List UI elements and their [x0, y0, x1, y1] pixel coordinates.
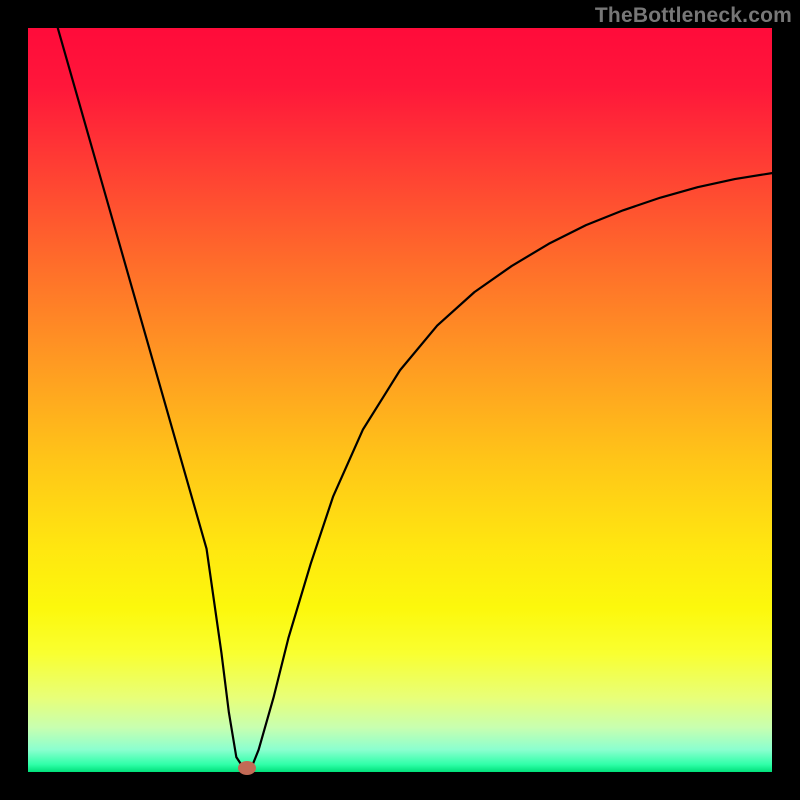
- optimal-point-marker: [238, 761, 256, 775]
- bottleneck-curve: [28, 28, 772, 772]
- plot-area: [28, 28, 772, 772]
- chart-frame: TheBottleneck.com: [0, 0, 800, 800]
- watermark-text: TheBottleneck.com: [595, 4, 792, 28]
